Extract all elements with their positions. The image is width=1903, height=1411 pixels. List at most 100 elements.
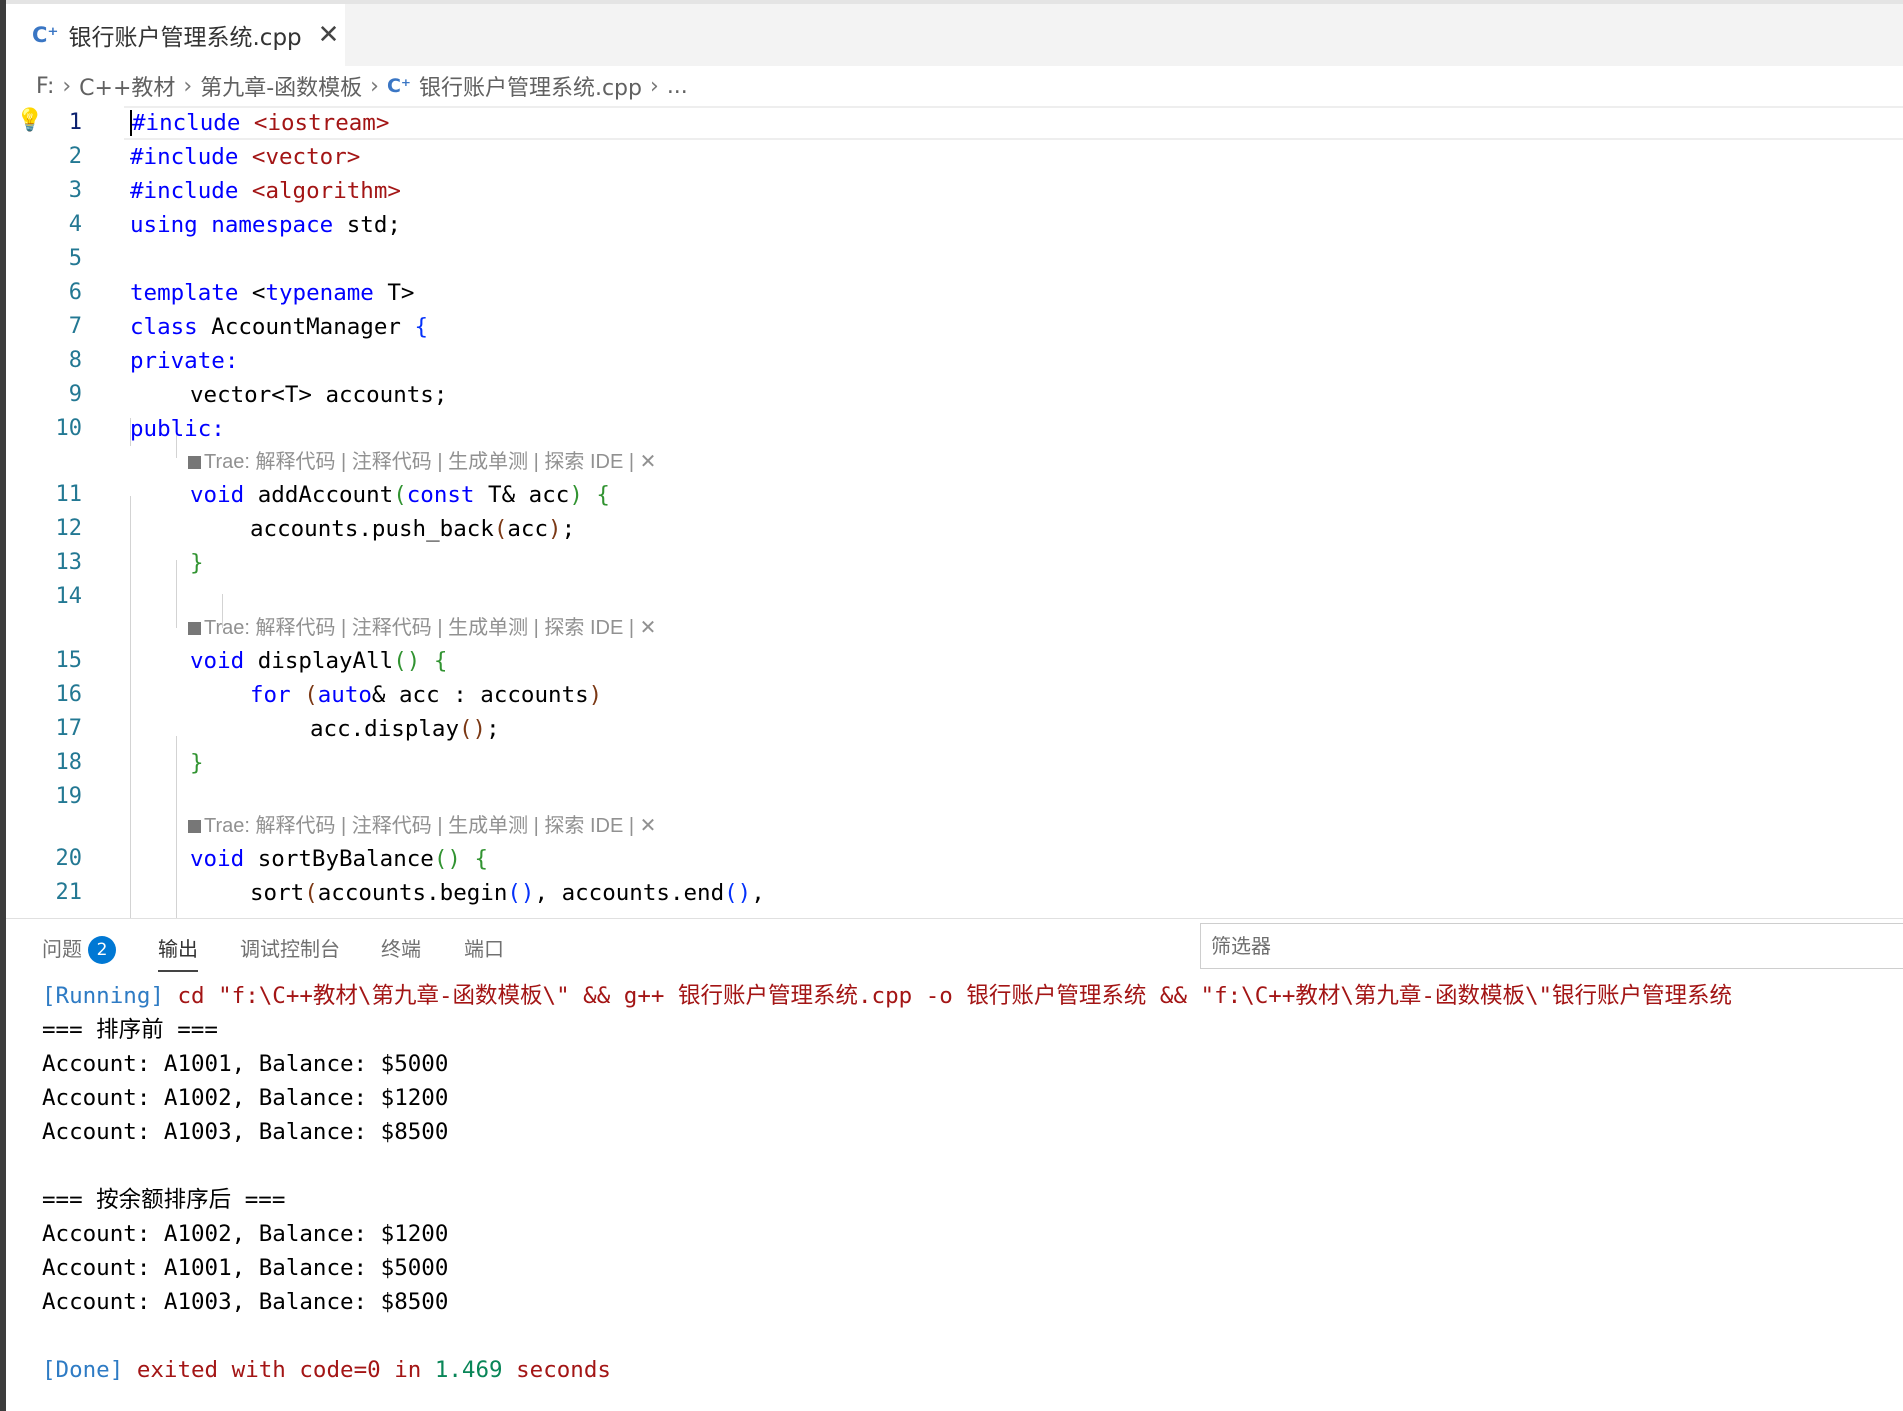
code-line: 11 void addAccount(const T& acc) {: [6, 478, 1903, 512]
code-text: AccountManager: [197, 314, 415, 340]
code-line: 2 #include <vector>: [6, 140, 1903, 174]
code-line: 17 acc.display();: [6, 712, 1903, 746]
codelens-text[interactable]: Trae: 解释代码 | 注释代码 | 生成单测 | 探索 IDE | ✕: [204, 617, 656, 639]
editor-tab-active[interactable]: C⁺ 银行账户管理系统.cpp ✕: [6, 4, 345, 66]
line-number: 8: [68, 348, 82, 373]
chevron-right-icon: ›: [650, 73, 659, 99]
close-tab-icon[interactable]: ✕: [318, 20, 340, 50]
codelens-text[interactable]: Trae: 解释代码 | 注释代码 | 生成单测 | 探索 IDE | ✕: [204, 451, 656, 473]
bracket: {: [474, 846, 489, 872]
keyword: private:: [130, 348, 239, 374]
bracket: ): [588, 682, 603, 708]
line-number: 21: [55, 880, 83, 905]
code-text: <: [238, 280, 266, 306]
line-number: 17: [55, 716, 83, 741]
tab-terminal[interactable]: 终端: [381, 933, 421, 962]
line-number: 12: [55, 516, 83, 541]
chevron-right-icon: ›: [62, 73, 72, 99]
breadcrumb-more[interactable]: ...: [667, 74, 688, 99]
code-text: accounts.push_back: [250, 516, 494, 542]
line-number: 13: [55, 550, 83, 575]
line-number: 7: [68, 314, 82, 339]
line-number: 6: [68, 280, 82, 305]
line-number: 11: [55, 482, 83, 507]
line-number: 3: [68, 178, 82, 203]
line-number: 20: [55, 846, 83, 871]
preprocessor-directive: #include: [130, 178, 239, 204]
trae-icon: [188, 622, 201, 635]
keyword: template: [130, 280, 239, 306]
code-text: T>: [373, 280, 415, 306]
code-text: , accounts.end: [534, 880, 725, 906]
output-line: === 排序前 ===: [42, 1017, 218, 1043]
tab-debug-console[interactable]: 调试控制台: [240, 933, 340, 962]
keyword: using: [130, 212, 198, 238]
breadcrumb-file[interactable]: 银行账户管理系统.cpp: [419, 70, 642, 102]
code-text: ;: [561, 516, 576, 542]
bottom-panel: 问题 2 输出 调试控制台 终端 端口 筛选器 [Running] cd "f:\…: [6, 918, 1903, 1411]
keyword: class: [130, 314, 198, 340]
output-filter-input[interactable]: 筛选器: [1200, 923, 1903, 969]
code-line: 8 private:: [6, 344, 1903, 378]
output-line: Account: A1003, Balance: $8500: [42, 1289, 449, 1315]
line-number: 16: [55, 682, 83, 707]
tab-output-label: 输出: [158, 937, 198, 961]
code-line: 19: [6, 780, 1903, 814]
bracket: }: [190, 550, 204, 576]
tab-problems[interactable]: 问题 2: [42, 933, 116, 964]
code-text: acc.display: [310, 716, 460, 742]
tab-ports-label: 端口: [464, 937, 504, 961]
code-text: accounts.begin: [317, 880, 508, 906]
breadcrumb-drive[interactable]: F:: [36, 74, 54, 99]
code-line: 1 #include <iostream>: [6, 106, 1903, 140]
bracket: ): [569, 482, 583, 508]
bracket: {: [596, 482, 610, 508]
tab-output[interactable]: 输出: [158, 933, 198, 972]
code-line: 20 void sortByBalance() {: [6, 842, 1903, 876]
code-line: 10 public:: [6, 412, 1903, 446]
done-tag: [Done]: [42, 1357, 124, 1383]
bracket: }: [190, 750, 204, 776]
keyword: auto: [317, 682, 372, 708]
done-text-seconds: seconds: [502, 1357, 611, 1383]
line-number: 19: [55, 784, 83, 809]
codelens-actions[interactable]: Trae: 解释代码 | 注释代码 | 生成单测 | 探索 IDE | ✕: [188, 448, 656, 476]
code-text: std;: [333, 212, 401, 238]
bracket: (: [393, 482, 407, 508]
line-number: 1: [68, 110, 82, 135]
bracket: (: [493, 516, 508, 542]
tab-problems-label: 问题: [42, 937, 82, 961]
codelens-text[interactable]: Trae: 解释代码 | 注释代码 | 生成单测 | 探索 IDE | ✕: [204, 815, 656, 837]
line-number: 5: [68, 246, 82, 271]
problems-count-badge: 2: [88, 936, 116, 964]
panel-tabs: 问题 2 输出 调试控制台 终端 端口 筛选器: [6, 919, 1903, 972]
code-line: 3 #include <algorithm>: [6, 174, 1903, 208]
bracket: (): [724, 880, 752, 906]
breadcrumb-folder-textbook[interactable]: C++教材: [79, 70, 175, 102]
code-line: 15 void displayAll() {: [6, 644, 1903, 678]
line-number: 2: [68, 144, 82, 169]
bracket: (): [459, 716, 487, 742]
codelens-actions[interactable]: Trae: 解释代码 | 注释代码 | 生成单测 | 探索 IDE | ✕: [188, 614, 656, 642]
code-line: 6 template <typename T>: [6, 276, 1903, 310]
keyword: void: [190, 846, 245, 872]
tab-ports[interactable]: 端口: [464, 933, 504, 962]
bracket: (: [304, 682, 318, 708]
cpp-file-icon: C⁺: [386, 75, 411, 97]
preprocessor-directive: #include: [130, 110, 241, 136]
done-time: 1.469: [434, 1357, 503, 1383]
keyword: void: [190, 482, 245, 508]
code-text: sort: [250, 880, 305, 906]
preprocessor-directive: #include: [130, 144, 239, 170]
trae-icon: [188, 456, 201, 469]
code-editor[interactable]: 💡 1 #include <iostream> 2 #include <vect…: [6, 106, 1903, 918]
codelens-actions[interactable]: Trae: 解释代码 | 注释代码 | 生成单测 | 探索 IDE | ✕: [188, 812, 656, 840]
keyword: void: [190, 648, 245, 674]
code-line: 9 vector<T> accounts;: [6, 378, 1903, 412]
code-line: 18 }: [6, 746, 1903, 780]
code-line: 13 }: [6, 546, 1903, 580]
breadcrumb-folder-chapter[interactable]: 第九章-函数模板: [200, 70, 362, 102]
